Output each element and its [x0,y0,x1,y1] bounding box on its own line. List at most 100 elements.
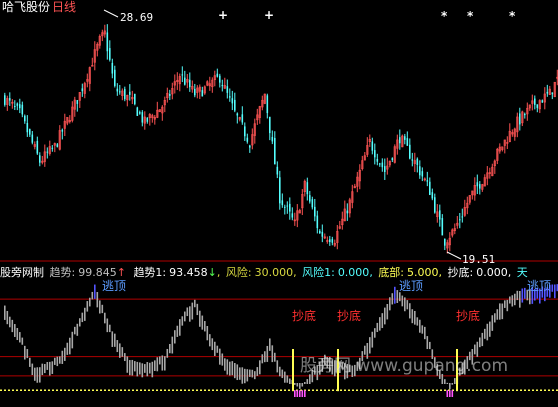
trend-bar [424,326,426,340]
low-pointer [446,251,462,260]
trend-bar [444,379,446,384]
trend-bar [136,361,139,377]
trend-bar [236,364,239,381]
trend-bar [196,303,199,316]
trend-bar [364,345,366,355]
trend-bar [221,353,224,366]
trend-bar [279,366,281,377]
signal-marker: * [509,9,516,23]
trend-bar [266,345,269,362]
candle-body [479,184,481,189]
trend-bar [521,288,524,303]
trend-bar [124,353,126,362]
candle-body [381,162,384,168]
legend-risk-value: 30.000 [254,266,294,279]
candle-body [81,88,84,92]
candle-body [141,112,144,123]
candle-body [439,210,441,220]
candle-body [111,62,114,74]
trend-bar [234,363,236,379]
trend-bar [396,290,399,303]
bottom-bar [294,390,296,397]
trend-bar [214,341,216,356]
candle-body [551,92,554,95]
trend-bar [264,351,266,363]
candle-body [391,158,394,160]
trend-bar [184,311,186,322]
trend-bar [409,303,411,319]
candle-body [541,100,544,103]
candle-body [31,134,34,143]
trend-bar [16,327,19,341]
trend-bar [26,349,29,359]
trend-bar [284,371,286,383]
trend-bar [126,356,129,373]
candle-body [416,158,419,165]
trend-bar [376,322,379,333]
trend-bar [49,361,51,376]
trend-bar [229,361,231,376]
trend-bar [524,287,526,299]
trend-bar [299,383,301,389]
trend-bar [274,352,276,362]
watermark: 股旁网 www.gupang.com [300,356,509,376]
trend-bar [224,358,226,371]
trend-bar [484,328,486,339]
trend-bar [69,337,71,355]
trend-bar [386,304,389,320]
chart-canvas[interactable] [0,0,558,407]
candle-body [431,192,434,199]
trend-bar [39,367,41,383]
candle-body [246,137,249,142]
trend-bar [159,356,161,365]
trend-bar [116,340,119,353]
trend-bar [154,360,156,371]
trend-bar [191,302,194,320]
trend-bar [516,290,519,301]
trend-bar [129,360,131,376]
candle-body [14,106,16,108]
trend-bar [139,362,141,375]
trend-bar [4,305,6,320]
legend-trend1-label: 趋势1: [133,266,167,279]
candle-body [29,129,31,135]
candle-body [56,144,59,147]
legend-chaodi-label: 抄底: [447,266,474,279]
trend-bar [186,307,189,317]
candle-body [269,116,271,134]
trend-bar [306,379,309,384]
trend-bar [161,355,164,371]
trend-bar [474,344,476,355]
trend-bar [494,313,496,323]
trend-bar [301,383,304,387]
trend-bar [199,310,201,327]
candle-body [306,182,309,195]
candle-body [316,215,319,229]
candle-body [419,166,421,176]
candle-body [426,180,429,182]
candle-body [281,200,284,206]
trend-bar [209,334,211,347]
trend-bar [519,291,521,308]
trend-bar [96,292,99,308]
trend-bar [94,284,96,299]
candlestick-series [4,24,558,254]
trend-bar [99,300,101,314]
candle-body [24,115,26,122]
trend-bar [239,367,241,380]
candle-body [411,159,414,161]
trend-bar [479,337,481,348]
trend-bar [104,312,106,324]
trend-bar [399,292,401,302]
trend-bar [91,291,94,300]
candle-body [249,145,251,148]
trend-bar [249,369,251,377]
chart-stage: 哈飞股份 日线 28.69 19.51 + + * * * 股旁网制 趋势: 99… [0,0,558,407]
trend-bar [79,318,81,327]
legend-risk-label: 风险: [225,266,252,279]
trend-bar [171,336,174,354]
trend-bar [296,383,299,387]
trend-bar [141,363,144,378]
candle-body [276,166,279,175]
candle-body [459,219,461,221]
